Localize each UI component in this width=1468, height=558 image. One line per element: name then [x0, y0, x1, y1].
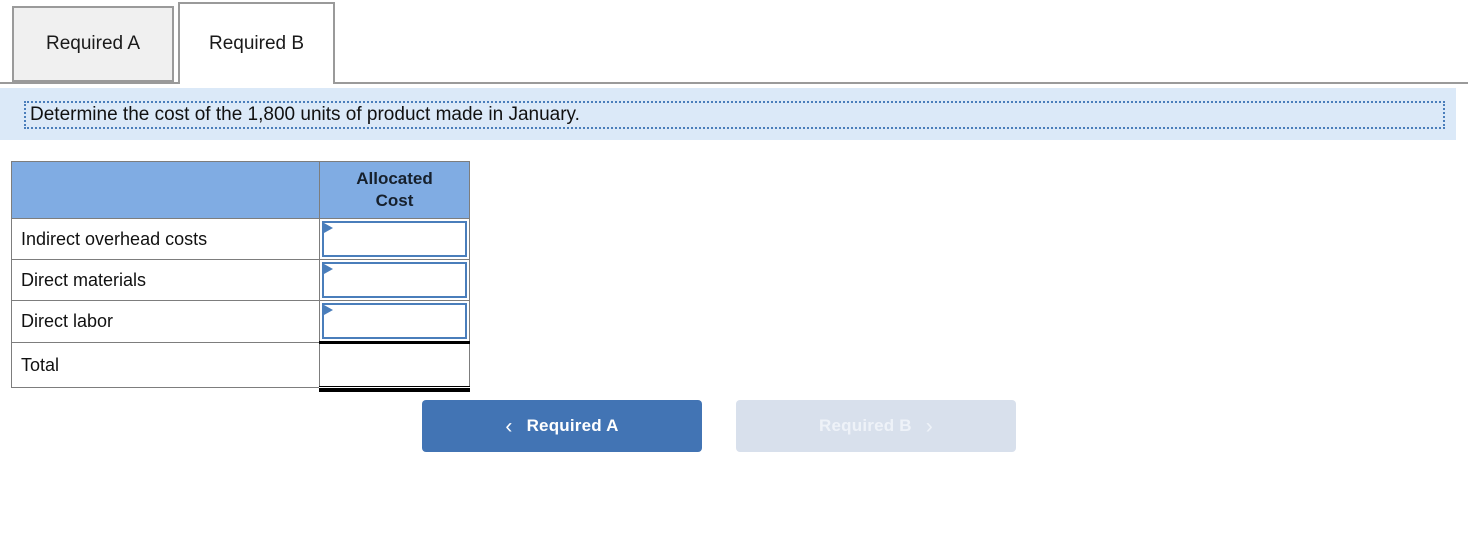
table-row: Direct labor	[11, 300, 470, 343]
next-button-label: Required B	[819, 416, 912, 435]
header-cell-allocated-cost: Allocated Cost	[319, 161, 470, 219]
header-line-2: Cost	[375, 191, 414, 210]
worksheet-page: Required A Required B Determine the cost…	[0, 0, 1468, 558]
navigation-buttons: ‹ Required A Required B ›	[422, 400, 1016, 452]
instruction-banner: Determine the cost of the 1,800 units of…	[0, 88, 1456, 140]
prev-required-a-button[interactable]: ‹ Required A	[422, 400, 702, 452]
prev-button-label: Required A	[526, 416, 619, 435]
instruction-text: Determine the cost of the 1,800 units of…	[30, 104, 580, 125]
row-label-total: Total	[11, 342, 320, 388]
row-label-indirect-overhead-costs: Indirect overhead costs	[11, 218, 320, 260]
chevron-right-icon: ›	[925, 414, 933, 438]
table-row: Indirect overhead costs	[11, 218, 470, 260]
row-value-indirect-overhead-costs[interactable]	[319, 218, 470, 260]
tab-required-a[interactable]: Required A	[12, 6, 174, 82]
table-header-row: Allocated Cost	[11, 161, 470, 219]
row-value-direct-labor[interactable]	[319, 300, 470, 343]
input-direct-materials[interactable]	[322, 262, 467, 298]
tab-strip: Required A Required B	[0, 0, 1468, 88]
row-value-total	[319, 341, 470, 392]
row-value-direct-materials[interactable]	[319, 259, 470, 301]
row-label-direct-labor: Direct labor	[11, 300, 320, 343]
header-line-1: Allocated	[356, 169, 433, 188]
table-row: Direct materials	[11, 259, 470, 301]
chevron-left-icon: ‹	[505, 414, 513, 438]
instruction-dotted-box: Determine the cost of the 1,800 units of…	[24, 101, 1445, 129]
table-row-total: Total	[11, 341, 470, 392]
input-direct-labor[interactable]	[322, 303, 467, 339]
next-required-b-button[interactable]: Required B ›	[736, 400, 1016, 452]
row-label-direct-materials: Direct materials	[11, 259, 320, 301]
header-cell-blank	[11, 161, 320, 219]
allocated-cost-table: Allocated Cost Indirect overhead costs D…	[11, 161, 470, 392]
tab-required-b[interactable]: Required B	[178, 2, 335, 84]
input-indirect-overhead-costs[interactable]	[322, 221, 467, 257]
total-double-underline	[319, 389, 470, 392]
